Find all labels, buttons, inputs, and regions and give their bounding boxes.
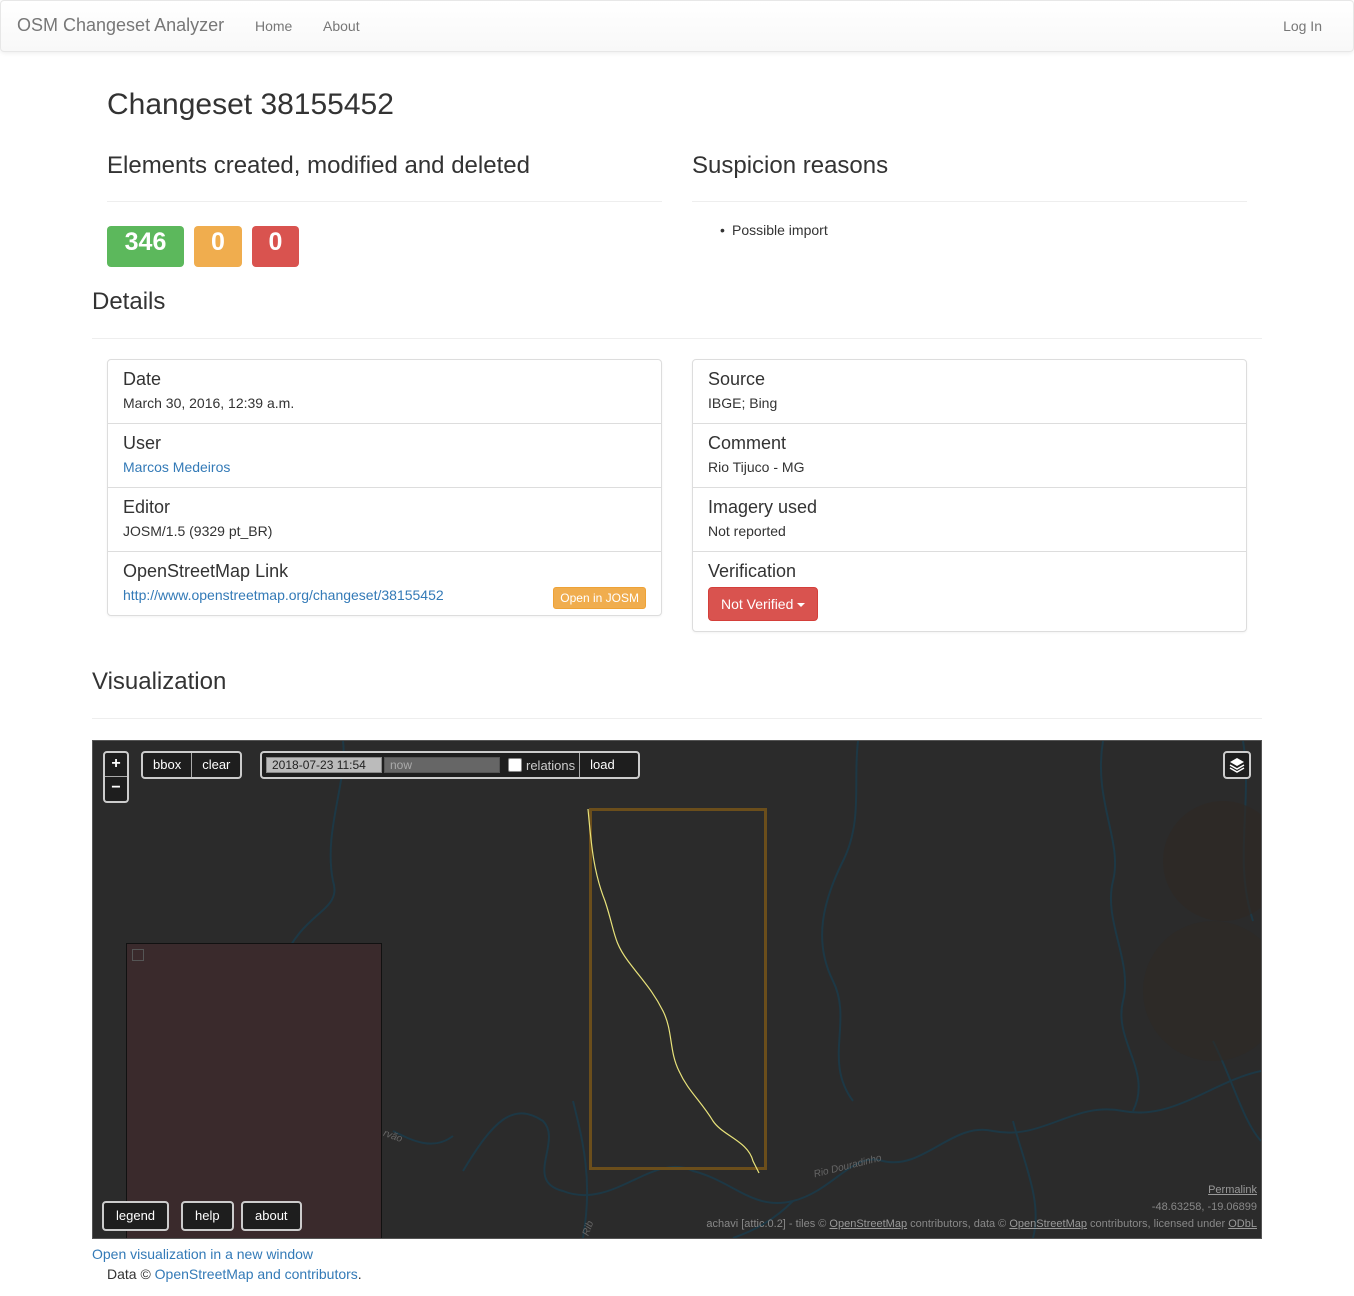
suspicion-reason-item: Possible import (720, 222, 828, 238)
created-count-badge: 346 (107, 226, 184, 267)
suspicion-heading: Suspicion reasons (692, 152, 889, 179)
time-control: 2018-07-23 11:54 now relations load (260, 751, 640, 779)
user-link[interactable]: Marcos Medeiros (123, 459, 230, 475)
comment-item: Comment Rio Tijuco - MG (693, 424, 1246, 488)
verification-item: Verification Not Verified (693, 552, 1246, 632)
source-label: Source (708, 369, 766, 389)
zoom-out-button[interactable]: − (105, 777, 127, 801)
modified-count-badge: 0 (194, 226, 242, 267)
verification-label: Verification (708, 561, 797, 581)
elements-heading: Elements created, modified and deleted (107, 152, 530, 179)
date-to-input[interactable]: now (384, 757, 500, 773)
legend-button[interactable]: legend (102, 1201, 170, 1231)
divider (107, 201, 662, 202)
osm-contributors-link[interactable]: OpenStreetMap and contributors (155, 1266, 358, 1282)
attribution-odbl-link[interactable]: ODbL (1228, 1218, 1257, 1230)
minimap[interactable] (126, 943, 382, 1238)
relations-checkbox[interactable] (508, 758, 522, 772)
attribution-suffix: contributors, licensed under (1087, 1218, 1229, 1230)
divider (692, 201, 1247, 202)
zoom-control: + − (103, 751, 129, 803)
verification-dropdown-button[interactable]: Not Verified (708, 587, 819, 621)
page-title: Changeset 38155452 (107, 88, 394, 121)
osm-link-item: OpenStreetMap Link http://www.openstreet… (108, 552, 661, 616)
editor-label: Editor (123, 497, 171, 517)
data-credit: Data © OpenStreetMap and contributors. (107, 1266, 362, 1282)
nav-about[interactable]: About (323, 18, 360, 34)
deleted-count-badge: 0 (252, 226, 299, 267)
layers-icon (1229, 758, 1245, 773)
divider (92, 718, 1262, 719)
editor-item: Editor JOSM/1.5 (9329 pt_BR) (108, 488, 661, 552)
zoom-in-button[interactable]: + (105, 753, 127, 777)
source-value: IBGE; Bing (708, 395, 778, 411)
user-item: User Marcos Medeiros (108, 424, 661, 488)
verification-button-label: Not Verified (721, 596, 794, 612)
comment-value: Rio Tijuco - MG (708, 459, 805, 475)
broken-image-icon (132, 949, 144, 961)
source-item: Source IBGE; Bing (693, 360, 1246, 424)
osm-link-label: OpenStreetMap Link (123, 561, 289, 581)
relations-label: relations (526, 757, 576, 773)
navbar: OSM Changeset Analyzer Home About Log In (0, 0, 1354, 52)
osm-changeset-link[interactable]: http://www.openstreetmap.org/changeset/3… (123, 587, 444, 603)
bbox-control: bbox clear (141, 751, 243, 779)
attribution-osm-link[interactable]: OpenStreetMap (829, 1218, 907, 1230)
caret-down-icon (797, 603, 806, 608)
mouse-coordinates: -48.63258, -19.06899 (1151, 1201, 1257, 1213)
details-right-panel: Source IBGE; Bing Comment Rio Tijuco - M… (692, 359, 1247, 632)
attribution-osm-link[interactable]: OpenStreetMap (1009, 1218, 1087, 1230)
comment-label: Comment (708, 433, 787, 453)
details-left-panel: Date March 30, 2016, 12:39 a.m. User Mar… (107, 359, 662, 616)
nav-login[interactable]: Log In (1283, 18, 1322, 34)
date-from-input[interactable]: 2018-07-23 11:54 (266, 757, 382, 773)
open-visualization-link[interactable]: Open visualization in a new window (92, 1246, 313, 1262)
imagery-label: Imagery used (708, 497, 818, 517)
data-credit-suffix: . (357, 1266, 362, 1282)
attribution-mid: contributors, data © (907, 1218, 1010, 1230)
imagery-item: Imagery used Not reported (693, 488, 1246, 552)
date-item: Date March 30, 2016, 12:39 a.m. (108, 360, 661, 424)
user-label: User (123, 433, 162, 453)
visualization-heading: Visualization (92, 668, 227, 695)
brand-link[interactable]: OSM Changeset Analyzer (17, 15, 224, 36)
bbox-button[interactable]: bbox (143, 753, 191, 777)
data-credit-prefix: Data © (107, 1266, 155, 1282)
open-in-josm-button[interactable]: Open in JOSM (553, 587, 646, 609)
clear-button[interactable]: clear (191, 753, 240, 777)
load-button[interactable]: load (579, 753, 625, 777)
help-button[interactable]: help (181, 1201, 234, 1231)
changeset-way-highlight (587, 808, 760, 1174)
attribution-prefix: achavi [attic.0.2] - tiles © (706, 1218, 830, 1230)
date-label: Date (123, 369, 162, 389)
nav-home[interactable]: Home (255, 18, 292, 34)
divider (92, 338, 1262, 339)
layers-button[interactable] (1223, 751, 1251, 779)
date-value: March 30, 2016, 12:39 a.m. (123, 395, 295, 411)
suspicion-reasons-list: Possible import (720, 222, 828, 238)
changeset-map[interactable]: Rio Douradinho rvão Rib + − bbox clear 2… (92, 740, 1262, 1239)
imagery-value: Not reported (708, 523, 786, 539)
permalink[interactable]: Permalink (1208, 1184, 1257, 1196)
editor-value: JOSM/1.5 (9329 pt_BR) (123, 523, 273, 539)
about-button[interactable]: about (241, 1201, 302, 1231)
map-attribution: achavi [attic.0.2] - tiles © OpenStreetM… (706, 1218, 1257, 1230)
details-heading: Details (92, 288, 166, 315)
